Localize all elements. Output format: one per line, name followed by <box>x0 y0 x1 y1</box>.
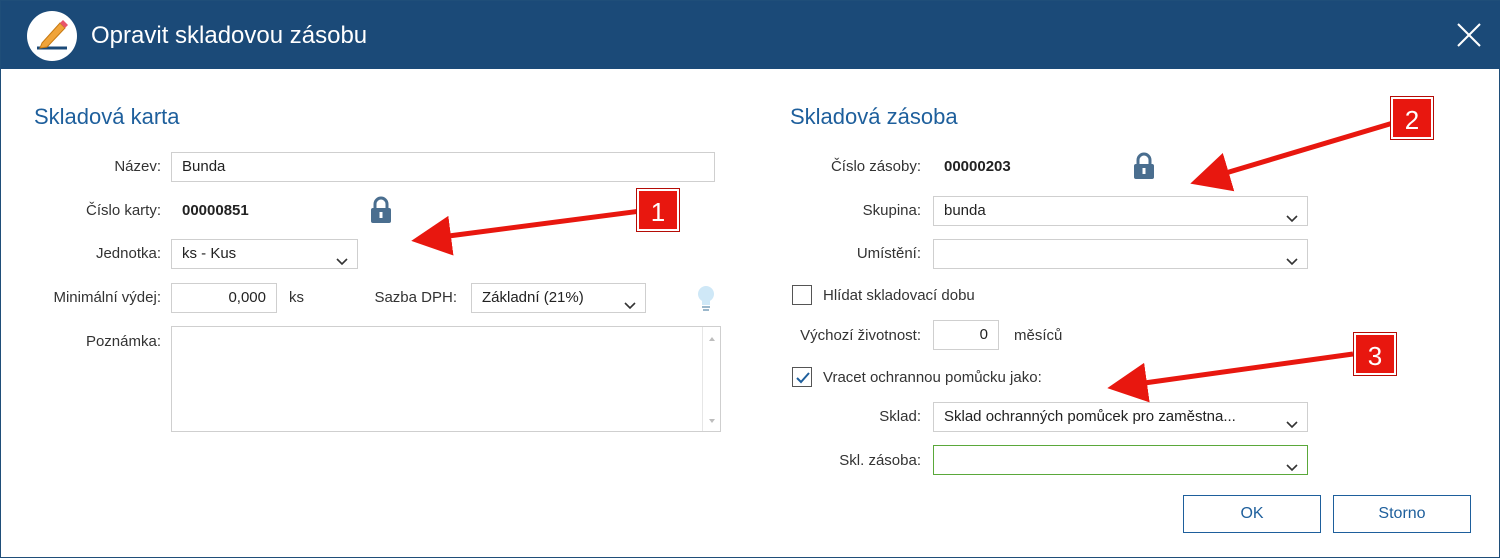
annotation-arrows <box>411 120 1394 403</box>
annotation-badge-2: 2 <box>1391 97 1433 139</box>
annotation-arrow-3 <box>1107 351 1354 403</box>
annotation-badge-3: 3 <box>1354 333 1396 375</box>
annotation-badge-1: 1 <box>637 189 679 231</box>
edit-stock-dialog: Opravit skladovou zásobu Skladová karta … <box>0 0 1500 558</box>
annotation-arrow-2 <box>1190 120 1394 192</box>
annotation-arrow-1 <box>411 208 642 256</box>
